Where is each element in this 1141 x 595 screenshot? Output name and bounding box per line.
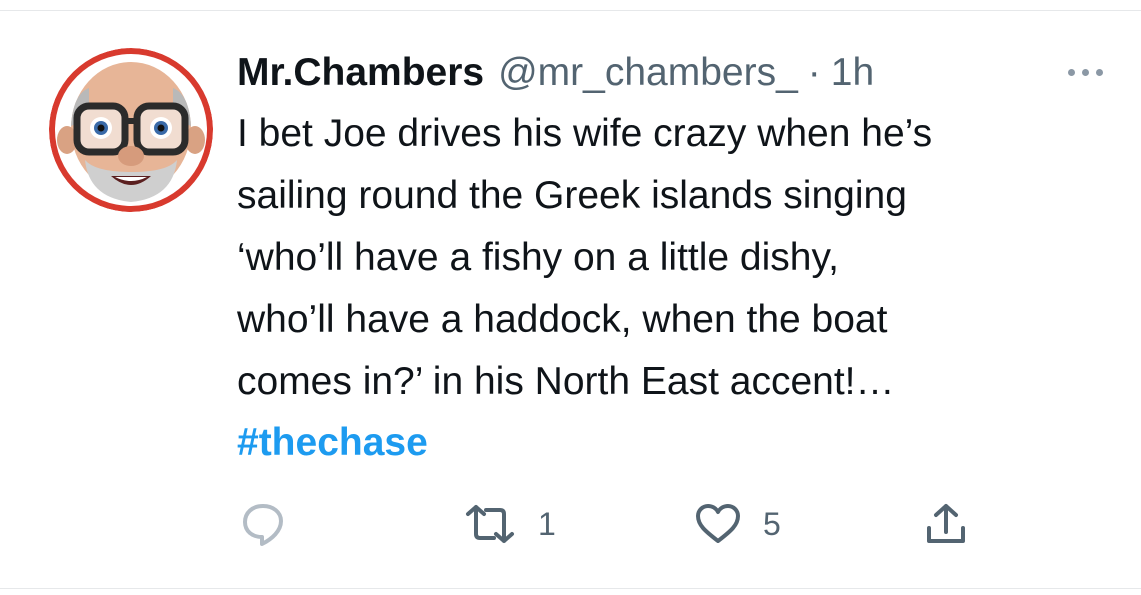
tweet-header: Mr.Chambers @mr_chambers_ · 1h bbox=[237, 48, 874, 98]
reply-button[interactable] bbox=[240, 502, 308, 546]
tweet-text-line: I bet Joe drives his wife crazy when he’… bbox=[237, 112, 933, 155]
avatar[interactable] bbox=[49, 48, 213, 212]
tweet-text-line: comes in?’ in his North East accent!… bbox=[237, 360, 895, 403]
retweet-button[interactable]: 1 bbox=[464, 504, 556, 544]
share-icon bbox=[927, 504, 965, 543]
bottom-divider bbox=[0, 588, 1141, 589]
user-handle[interactable]: @mr_chambers_ bbox=[498, 51, 798, 95]
memoji-avatar-icon bbox=[49, 48, 213, 212]
display-name[interactable]: Mr.Chambers bbox=[237, 51, 484, 95]
retweet-icon bbox=[466, 505, 514, 543]
like-button[interactable]: 5 bbox=[695, 504, 781, 544]
more-options-icon[interactable] bbox=[1068, 62, 1120, 82]
separator-dot: · bbox=[807, 51, 821, 94]
tweet-text-line: sailing round the Greek islands singing bbox=[237, 174, 907, 217]
heart-icon bbox=[696, 504, 740, 543]
timestamp[interactable]: 1h bbox=[831, 51, 874, 95]
share-button[interactable] bbox=[924, 502, 968, 546]
hashtag-link[interactable]: #thechase bbox=[237, 412, 428, 474]
top-divider bbox=[0, 10, 1141, 11]
tweet-text-line: who’ll have a haddock, when the boat bbox=[237, 298, 888, 341]
tweet-text-line: ‘who’ll have a fishy on a little dishy, bbox=[237, 236, 839, 279]
more-dot bbox=[1068, 68, 1075, 76]
more-dot bbox=[1082, 68, 1089, 76]
more-dot bbox=[1096, 68, 1103, 76]
tweet-text: I bet Joe drives his wife crazy when he’… bbox=[237, 103, 1117, 413]
reply-icon bbox=[243, 504, 283, 546]
retweet-count: 1 bbox=[538, 505, 556, 542]
tweet-actions: 1 5 bbox=[0, 500, 1141, 550]
like-count: 5 bbox=[763, 505, 781, 542]
